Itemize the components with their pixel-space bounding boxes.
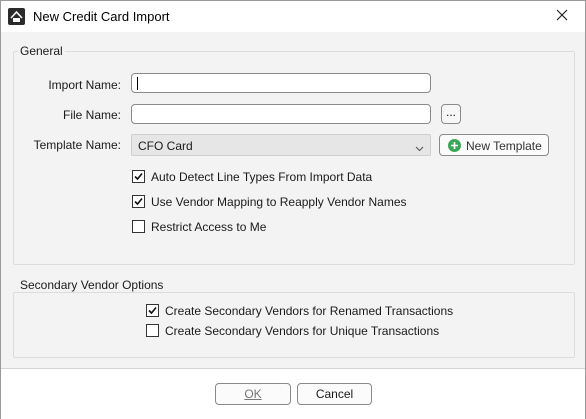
text-caret — [137, 77, 138, 90]
secondary-vendor-group-title: Secondary Vendor Options — [18, 278, 166, 292]
ok-button[interactable]: OK — [215, 383, 291, 405]
ok-label: OK — [244, 387, 262, 401]
auto-detect-label: Auto Detect Line Types From Import Data — [151, 170, 373, 184]
dialog-window: New Credit Card Import General Import Na… — [0, 0, 586, 419]
close-icon — [556, 9, 568, 24]
renamed-transactions-checkbox[interactable] — [146, 304, 159, 317]
unique-transactions-label: Create Secondary Vendors for Unique Tran… — [165, 324, 440, 338]
cancel-button[interactable]: Cancel — [297, 383, 372, 405]
renamed-transactions-label: Create Secondary Vendors for Renamed Tra… — [165, 304, 454, 318]
template-name-select[interactable]: CFO Card — [131, 134, 431, 156]
general-group-title: General — [18, 44, 65, 58]
new-template-button[interactable]: New Template — [439, 134, 549, 156]
restrict-access-label: Restrict Access to Me — [151, 220, 267, 234]
new-template-label: New Template — [466, 139, 542, 153]
auto-detect-checkbox[interactable] — [132, 170, 145, 183]
restrict-access-checkbox[interactable] — [132, 220, 145, 233]
vendor-mapping-label: Use Vendor Mapping to Reapply Vendor Nam… — [151, 195, 407, 209]
dialog-content: General Import Name: File Name: ... Temp… — [1, 32, 585, 368]
vendor-mapping-checkbox[interactable] — [132, 195, 145, 208]
cancel-label: Cancel — [315, 387, 354, 401]
title-bar: New Credit Card Import — [1, 1, 585, 32]
close-button[interactable] — [539, 1, 585, 32]
template-name-label: Template Name: — [33, 138, 121, 152]
window-title: New Credit Card Import — [33, 9, 170, 24]
file-name-label: File Name: — [62, 108, 121, 122]
cfo-app-icon — [8, 8, 25, 25]
plus-circle-icon — [447, 138, 462, 156]
unique-transactions-checkbox[interactable] — [146, 324, 159, 337]
chevron-down-icon — [415, 141, 424, 155]
import-name-label: Import Name: — [48, 78, 121, 92]
file-name-input[interactable] — [131, 104, 431, 124]
browse-label: ... — [445, 105, 456, 119]
dialog-footer: OK Cancel — [1, 368, 585, 419]
template-selected-value: CFO Card — [138, 139, 193, 153]
import-name-input[interactable] — [131, 73, 431, 93]
browse-file-button[interactable]: ... — [441, 104, 461, 124]
